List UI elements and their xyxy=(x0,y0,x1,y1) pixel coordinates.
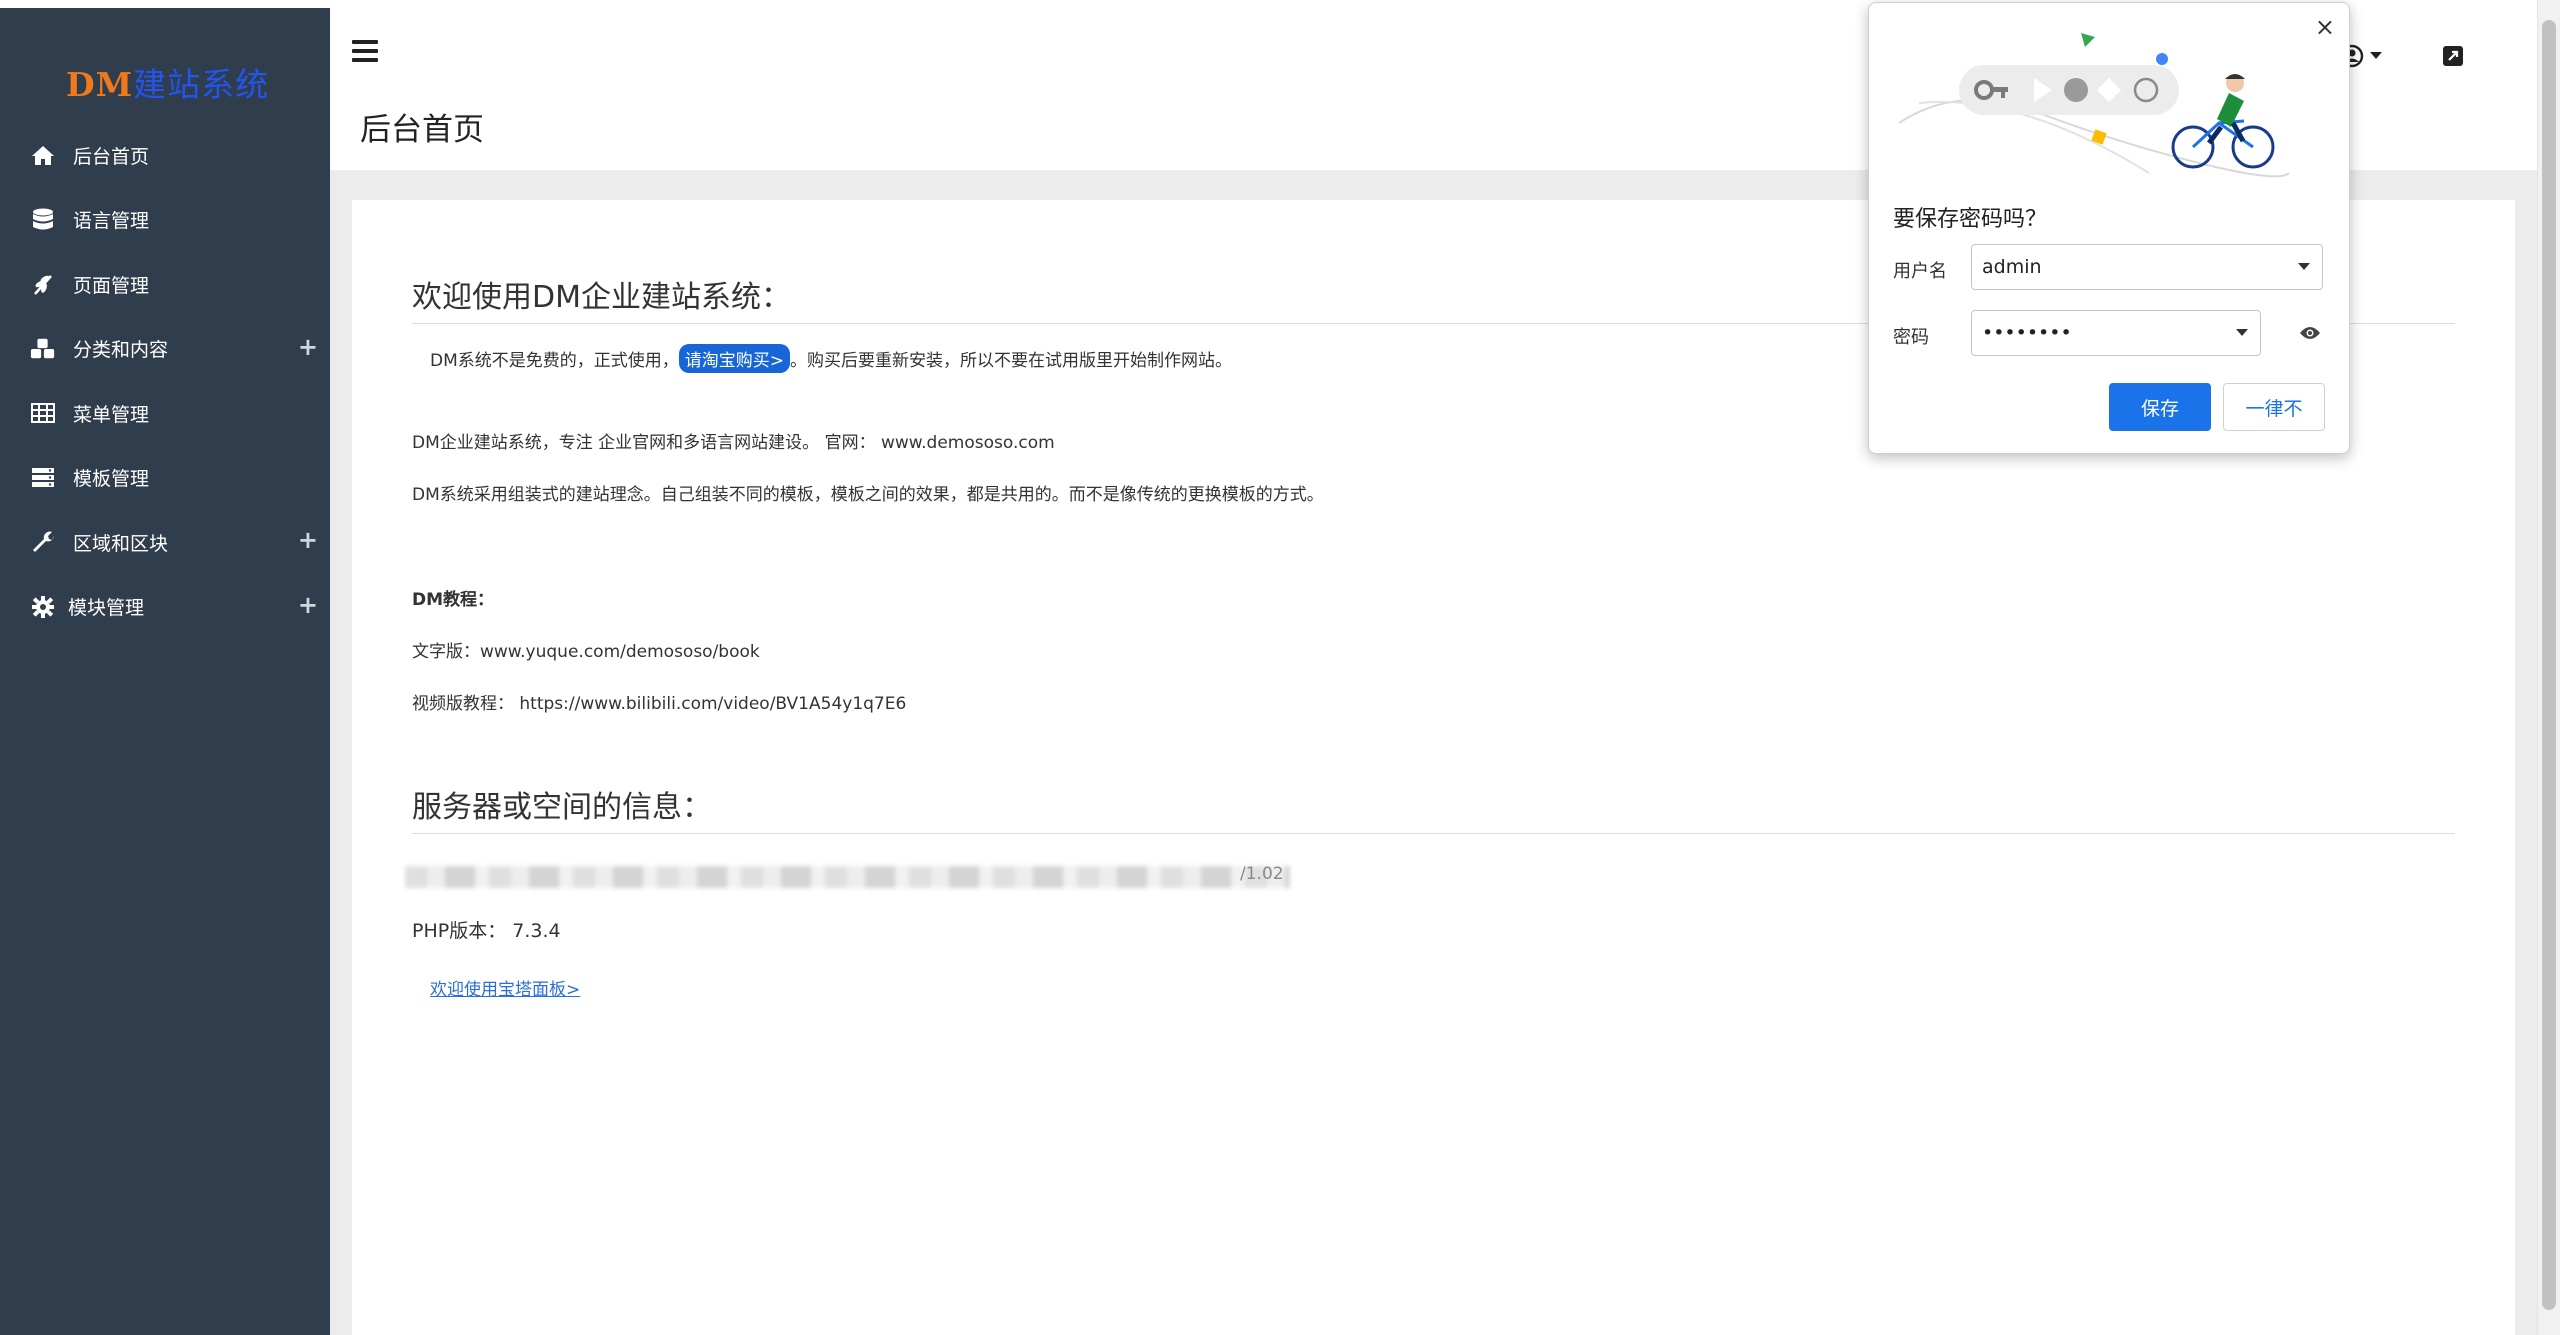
sidebar-item-label: 模块管理 xyxy=(68,597,145,620)
sidebar-item-label: 页面管理 xyxy=(73,274,150,297)
sidebar-item-label: 区域和区块 xyxy=(73,532,169,555)
sidebar-item-pages[interactable]: 页面管理 xyxy=(0,252,330,317)
intro-line-1: DM企业建站系统，专注 企业官网和多语言网站建设。 官网： www.demoso… xyxy=(412,433,1055,453)
sidebar-item-label: 分类和内容 xyxy=(73,339,169,362)
password-illustration xyxy=(1899,33,2290,178)
username-value: admin xyxy=(1982,256,2042,278)
divider xyxy=(412,833,2455,834)
username-label: 用户名 xyxy=(1893,261,1947,282)
expand-plus-icon[interactable]: + xyxy=(298,528,318,552)
sidebar-item-language[interactable]: 语言管理 xyxy=(0,188,330,253)
sidebar-item-categories[interactable]: 分类和内容 + xyxy=(0,317,330,382)
sidebar-item-label: 语言管理 xyxy=(73,210,150,233)
logo-dm: DM xyxy=(66,65,134,104)
sidebar: DM建站系统 后台首页 语言管理 页面管理 分类和内容 + 菜单管理 模板管理 … xyxy=(0,8,330,1335)
hamburger-menu-icon[interactable] xyxy=(352,40,378,67)
sidebar-item-templates[interactable]: 模板管理 xyxy=(0,446,330,511)
tutorial-heading: DM教程： xyxy=(412,590,495,610)
tutorial-text: 文字版：www.yuque.com/demososo/book xyxy=(412,642,760,662)
intro-line-2: DM系统采用组装式的建站理念。自己组装不同的模板，模板之间的效果，都是共用的。而… xyxy=(412,485,1324,505)
gear-icon xyxy=(30,594,56,620)
password-field[interactable]: •••••••• xyxy=(1971,310,2261,356)
php-version: PHP版本： 7.3.4 xyxy=(412,920,561,942)
home-icon xyxy=(30,142,56,168)
dialog-title: 要保存密码吗？ xyxy=(1893,207,2048,232)
scrollbar[interactable] xyxy=(2537,0,2560,1335)
expand-plus-icon[interactable]: + xyxy=(298,335,318,359)
cubes-icon xyxy=(30,336,56,362)
close-icon[interactable]: × xyxy=(2315,13,2335,41)
caret-down-icon xyxy=(2370,52,2382,59)
wrench-icon xyxy=(30,529,56,555)
taobao-buy-button[interactable]: 请淘宝购买> xyxy=(678,344,791,373)
external-link-icon[interactable] xyxy=(2442,45,2464,67)
save-button[interactable]: 保存 xyxy=(2109,383,2211,431)
page-title: 后台首页 xyxy=(360,112,484,148)
eye-icon[interactable] xyxy=(2299,325,2321,341)
expand-plus-icon[interactable]: + xyxy=(298,593,318,617)
sidebar-nav: 后台首页 语言管理 页面管理 分类和内容 + 菜单管理 模板管理 区域和区块 +… xyxy=(0,123,330,639)
blurred-server-info xyxy=(405,866,1290,888)
wheat-icon xyxy=(30,271,56,297)
chevron-down-icon[interactable] xyxy=(2298,263,2310,270)
sidebar-item-label: 模板管理 xyxy=(73,468,150,491)
notice-line: DM系统不是免费的，正式使用， 请淘宝购买> 。购买后要重新安装，所以不要在试用版里… xyxy=(430,344,1232,373)
sidebar-item-label: 菜单管理 xyxy=(73,403,150,426)
welcome-title: 欢迎使用DM企业建站系统： xyxy=(412,280,791,315)
blurred-tail: /1.02 xyxy=(1240,864,1284,884)
sidebar-item-modules[interactable]: 模块管理 + xyxy=(0,575,330,640)
logo[interactable]: DM建站系统 xyxy=(66,58,269,106)
table-icon xyxy=(30,400,56,426)
never-button[interactable]: 一律不 xyxy=(2223,383,2325,431)
scrollbar-thumb[interactable] xyxy=(2542,20,2556,1310)
username-field[interactable]: admin xyxy=(1971,244,2323,290)
database-icon xyxy=(30,207,56,233)
sidebar-item-label: 后台首页 xyxy=(73,145,150,168)
server-info-title: 服务器或空间的信息： xyxy=(412,790,712,825)
server-icon xyxy=(30,465,56,491)
save-password-dialog: × 要保存密码吗？ 用户名 admin 密码 •••••••• 保存 一律不 xyxy=(1868,2,2350,454)
password-label: 密码 xyxy=(1893,327,1929,348)
chevron-down-icon[interactable] xyxy=(2236,329,2248,336)
sidebar-item-home[interactable]: 后台首页 xyxy=(0,123,330,188)
top-right-icons xyxy=(2340,44,2464,68)
logo-rest: 建站系统 xyxy=(133,65,270,104)
notice-after: 。购买后要重新安装，所以不要在试用版里开始制作网站。 xyxy=(790,351,1233,371)
sidebar-item-menu[interactable]: 菜单管理 xyxy=(0,381,330,446)
sidebar-item-regions[interactable]: 区域和区块 + xyxy=(0,510,330,575)
notice-before: DM系统不是免费的，正式使用， xyxy=(430,351,679,371)
tutorial-video: 视频版教程： https://www.bilibili.com/video/BV… xyxy=(412,694,907,714)
password-value: •••••••• xyxy=(1982,322,2072,344)
bt-panel-link[interactable]: 欢迎使用宝塔面板> xyxy=(430,975,580,1000)
